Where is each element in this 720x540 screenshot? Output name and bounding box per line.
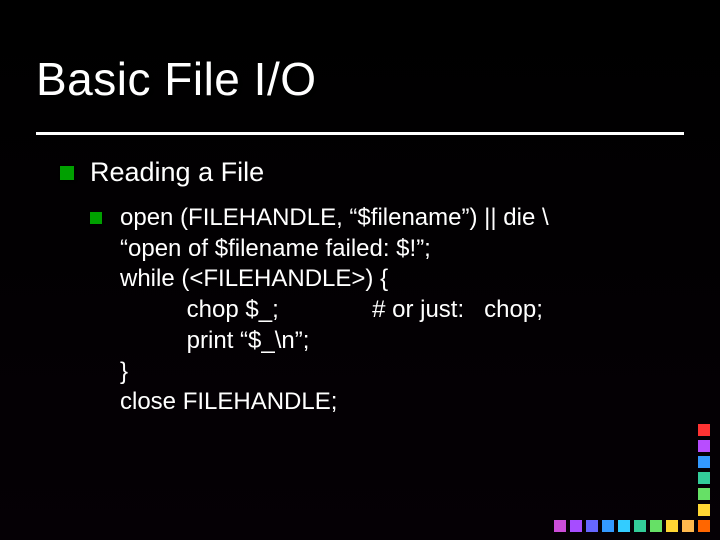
slide-content: Reading a File open (FILEHANDLE, “$filen… — [60, 156, 680, 418]
deco-square-icon — [698, 520, 710, 532]
code-keyword: open — [120, 204, 173, 231]
deco-square-icon — [698, 504, 710, 516]
bullet-square-icon — [60, 166, 74, 180]
deco-square-icon — [698, 488, 710, 500]
code-line-2: “open of $filename failed: $!”; — [120, 234, 680, 265]
decoration-row — [554, 520, 710, 532]
code-line-3: while (<FILEHANDLE>) { — [120, 264, 680, 295]
deco-square-icon — [698, 424, 710, 436]
deco-square-icon — [570, 520, 582, 532]
deco-square-icon — [666, 520, 678, 532]
deco-square-icon — [634, 520, 646, 532]
bullet-square-icon — [90, 212, 102, 224]
code-line-4: chop $_; # or just: chop; — [120, 295, 680, 326]
bullet1-label: Reading a File — [90, 157, 264, 187]
title-box: Basic File I/O — [36, 52, 684, 135]
deco-square-icon — [698, 456, 710, 468]
code-line-5: print “$_\n”; — [120, 326, 680, 357]
deco-square-icon — [618, 520, 630, 532]
deco-square-icon — [650, 520, 662, 532]
bullet-level1: Reading a File — [60, 156, 680, 189]
deco-square-icon — [602, 520, 614, 532]
slide: Basic File I/O Reading a File open (FILE… — [0, 0, 720, 540]
deco-square-icon — [698, 472, 710, 484]
deco-square-icon — [682, 520, 694, 532]
deco-square-icon — [698, 440, 710, 452]
code-line-7: close FILEHANDLE; — [120, 387, 680, 418]
code-line-1: (FILEHANDLE, “$filename”) || die \ — [173, 204, 548, 231]
deco-square-icon — [586, 520, 598, 532]
slide-title: Basic File I/O — [36, 52, 684, 116]
decoration-column — [698, 424, 710, 516]
deco-square-icon — [554, 520, 566, 532]
bullet-level2: open (FILEHANDLE, “$filename”) || die \ … — [90, 203, 680, 418]
code-line-6: } — [120, 357, 680, 388]
